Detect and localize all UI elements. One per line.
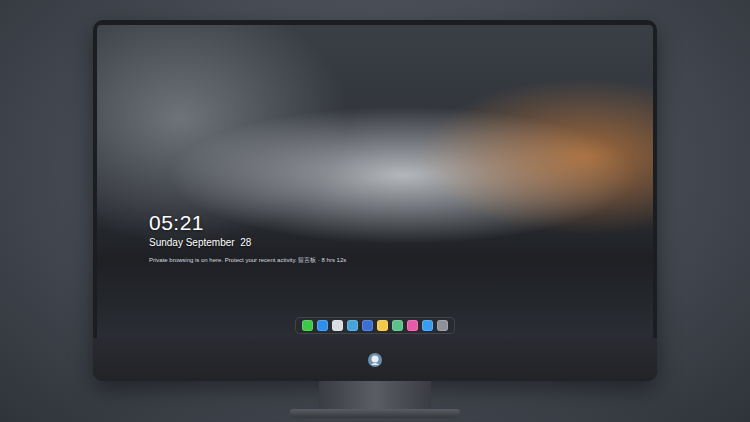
clock-date: Sunday September 28 [149, 237, 653, 249]
app-icon[interactable] [347, 320, 358, 331]
clock-time: 05:21 [149, 211, 653, 234]
app-icon[interactable] [407, 320, 418, 331]
lock-notice: Private browsing is on here. Protect you… [149, 257, 653, 265]
app-icon[interactable] [437, 320, 448, 331]
app-icon[interactable] [302, 320, 313, 331]
monitor: 05:21 Sunday September 28 Private browsing… [93, 20, 657, 381]
desktop-background: 05:21 Sunday September 28 Private browsing… [0, 0, 750, 422]
dock [295, 317, 455, 334]
monitor-chin [93, 338, 657, 381]
app-icon[interactable] [392, 320, 403, 331]
app-icon[interactable] [362, 320, 373, 331]
lock-screen: 05:21 Sunday September 28 Private browsing… [97, 25, 653, 338]
app-icon[interactable] [332, 320, 343, 331]
clock-widget: 05:21 Sunday September 28 Private browsing… [149, 211, 653, 265]
monitor-stand-neck [319, 381, 431, 409]
app-icon[interactable] [422, 320, 433, 331]
app-icon[interactable] [377, 320, 388, 331]
brand-logo-icon [367, 352, 383, 368]
app-icon[interactable] [317, 320, 328, 331]
monitor-stand-base [290, 409, 460, 418]
